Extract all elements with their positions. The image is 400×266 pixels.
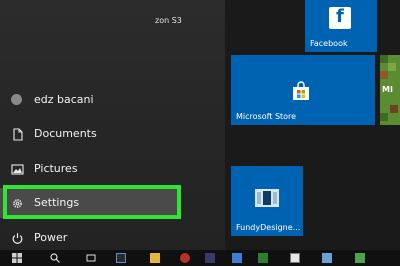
documents-label: Documents [34,127,97,140]
app-icon[interactable] [290,253,300,263]
app-icon[interactable] [258,253,268,263]
power-item[interactable]: Power [0,223,225,253]
pictures-item[interactable]: Pictures [0,154,225,184]
folder-icon[interactable] [150,253,160,263]
taskbar [0,250,400,266]
user-account-item[interactable]: edz bacani [0,85,225,115]
app-icon[interactable] [355,253,365,263]
settings-highlight-outline [3,185,181,219]
app-icon[interactable] [180,253,190,263]
store-bag-icon [293,81,309,100]
picture-icon [11,164,24,175]
documents-item[interactable]: Documents [0,119,225,149]
partial-app-label[interactable]: zon S3 [155,16,182,25]
fundy-app-icon [255,189,279,207]
avatar-icon [11,94,24,107]
power-label: Power [34,231,68,244]
microsoft-store-tile[interactable]: Microsoft Store [231,55,375,125]
minecraft-tile-partial[interactable]: MI [380,55,400,125]
facebook-tile-label: Facebook [310,39,348,48]
app-icon[interactable] [322,253,332,263]
document-icon [13,128,23,141]
facebook-icon: f [329,6,351,29]
search-icon[interactable] [50,253,60,263]
fundydesigner-tile[interactable]: FundyDesigne... [231,166,303,236]
facebook-tile[interactable]: f Facebook [305,0,377,52]
user-name: edz bacani [34,93,94,106]
app-icon[interactable] [232,253,242,263]
pictures-label: Pictures [34,162,78,175]
minecraft-tile-text: MI [382,85,393,94]
task-view-icon[interactable] [86,253,96,263]
fundydesigner-tile-label: FundyDesigne... [236,223,301,232]
app-icon[interactable] [116,253,126,263]
app-icon[interactable] [205,253,215,263]
windows-icon[interactable] [12,253,22,263]
microsoft-store-tile-label: Microsoft Store [236,112,297,121]
power-icon [12,233,23,244]
